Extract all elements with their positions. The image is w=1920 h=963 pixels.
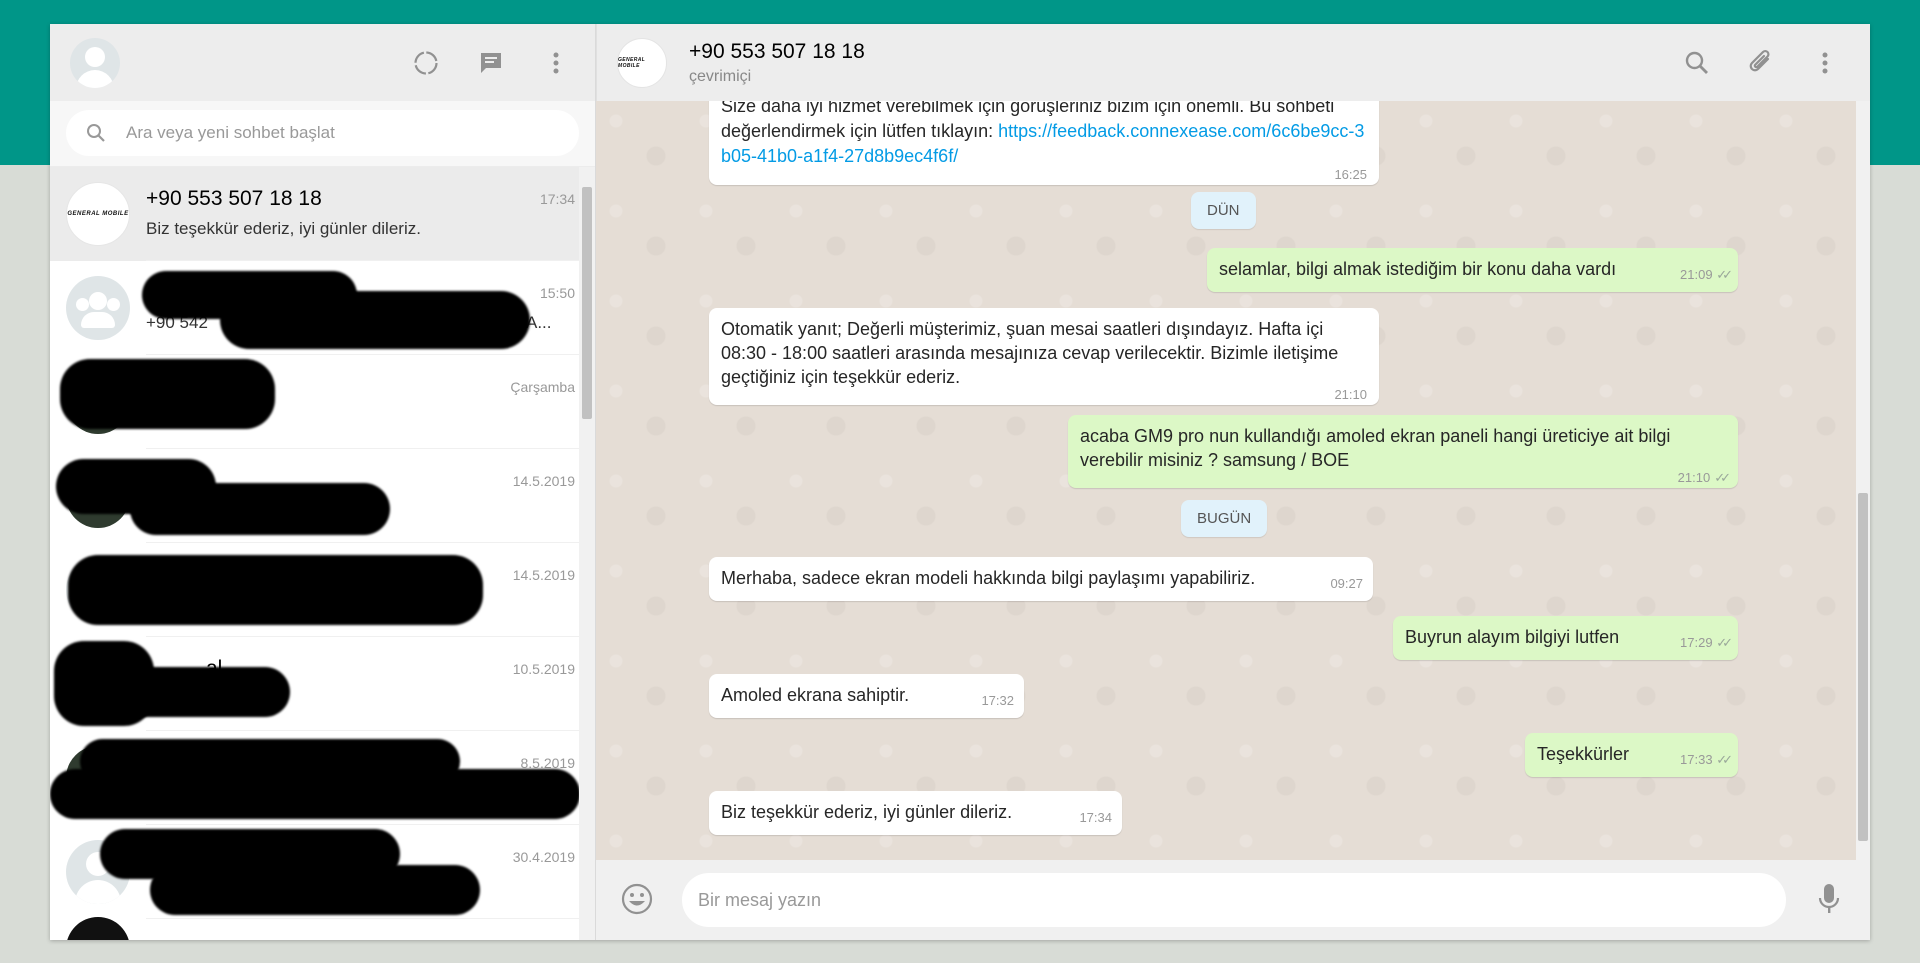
incoming-message: Amoled ekrana sahiptir. 17:32 [709, 674, 1024, 718]
chat-list: GENERAL MOBILE +90 553 507 18 18 17:34 B… [50, 167, 595, 940]
chat-item[interactable]: 30.4.2019 [50, 825, 595, 919]
redaction [150, 865, 480, 915]
conversation-header[interactable]: GENERAL MOBILE +90 553 507 18 18 çevrimi… [596, 24, 1870, 101]
search-icon [87, 124, 105, 142]
avatar [66, 276, 130, 340]
chat-time: 14.5.2019 [512, 473, 575, 489]
sidebar-header [50, 24, 595, 101]
outgoing-message: selamlar, bilgi almak istediğim bir konu… [1207, 248, 1738, 292]
chat-item[interactable] [50, 917, 595, 940]
status-icon[interactable] [409, 46, 443, 80]
contact-avatar[interactable]: GENERAL MOBILE [617, 37, 667, 88]
chat-item[interactable]: 14.5.2019 [50, 449, 595, 543]
redaction [130, 483, 390, 535]
chat-name: +90 553 507 18 18 [146, 187, 322, 210]
avatar: GENERAL MOBILE [66, 182, 130, 246]
chat-time: 30.4.2019 [512, 849, 575, 865]
outgoing-message: Buyrun alayım bilgiyi lutfen 17:29 ✓✓ [1393, 616, 1738, 660]
chat-item[interactable]: GENERAL MOBILE +90 553 507 18 18 17:34 B… [50, 167, 595, 261]
search-box[interactable] [66, 110, 579, 156]
message-time: 16:25 [1334, 167, 1367, 182]
chat-time: Çarşamba [510, 379, 575, 395]
read-receipt-icon: ✓✓ [1716, 635, 1733, 650]
sidebar: GENERAL MOBILE +90 553 507 18 18 17:34 B… [50, 24, 596, 940]
message-time: 21:10 [1677, 470, 1711, 485]
incoming-message: Biz teşekkür ederiz, iyi günler dileriz.… [709, 791, 1122, 835]
search-input[interactable] [126, 123, 506, 143]
sidebar-actions [409, 46, 573, 80]
search-icon[interactable] [1680, 46, 1714, 80]
conversation-scrollbar[interactable] [1856, 101, 1870, 860]
incoming-message: Otomatik yanıt; Değerli müşterimiz, şuan… [709, 308, 1379, 405]
conversation-actions [1680, 46, 1842, 80]
chat-time: 17:34 [539, 191, 575, 207]
new-chat-icon[interactable] [474, 46, 508, 80]
whatsapp-window: GENERAL MOBILE +90 553 507 18 18 17:34 B… [50, 24, 1870, 940]
redaction [68, 555, 483, 625]
message-time: 17:34 [1079, 810, 1112, 825]
contact-name: +90 553 507 18 18 [689, 39, 865, 63]
incoming-message: Size daha iyi hizmet verebilmek için gör… [709, 101, 1379, 185]
message-input[interactable] [698, 889, 1786, 911]
message-time: 17:32 [981, 693, 1014, 708]
message-input-wrap[interactable] [682, 873, 1786, 927]
menu-icon[interactable] [1808, 46, 1842, 80]
chat-item[interactable]: 15:50 +90 542 A... [50, 261, 595, 355]
menu-icon[interactable] [539, 46, 573, 80]
my-avatar[interactable] [70, 37, 120, 88]
redaction [220, 291, 530, 349]
redaction [50, 769, 580, 819]
message-time: 17:33 [1680, 752, 1713, 767]
contact-status: çevrimiçi [689, 67, 752, 85]
date-divider: DÜN [1191, 192, 1256, 229]
redaction [120, 667, 290, 717]
read-receipt-icon: ✓✓ [1716, 752, 1733, 767]
conversation-panel: GENERAL MOBILE +90 553 507 18 18 çevrimi… [596, 24, 1870, 940]
date-divider: BUGÜN [1181, 500, 1268, 537]
outgoing-message: acaba GM9 pro nun kullandığı amoled ekra… [1068, 415, 1738, 488]
message-list: Size daha iyi hizmet verebilmek için gör… [596, 101, 1870, 860]
message-time: 21:10 [1334, 387, 1367, 402]
redaction [60, 359, 275, 429]
message-composer [596, 860, 1870, 940]
chat-time: 14.5.2019 [512, 567, 575, 583]
chat-preview: Biz teşekkür ederiz, iyi günler dileriz. [146, 219, 421, 238]
outgoing-message: Teşekkürler 17:33 ✓✓ [1525, 733, 1738, 777]
microphone-icon[interactable] [1812, 882, 1846, 916]
avatar [66, 917, 130, 940]
chat-item[interactable]: Çarşamba [50, 355, 595, 449]
chat-time: 15:50 [539, 285, 575, 301]
sidebar-scrollbar[interactable] [579, 167, 595, 940]
incoming-message: Merhaba, sadece ekran modeli hakkında bi… [709, 557, 1373, 601]
chat-item[interactable]: 14.5.2019 [50, 543, 595, 637]
message-time: 21:09 [1680, 267, 1713, 282]
read-receipt-icon: ✓✓ [1716, 267, 1733, 282]
chat-item[interactable]: al 10.5.2019 [50, 637, 595, 731]
message-time: 17:29 [1680, 635, 1713, 650]
chat-time: 10.5.2019 [512, 661, 575, 677]
message-time: 09:27 [1330, 576, 1363, 591]
emoji-icon[interactable] [620, 882, 654, 916]
read-receipt-icon: ✓✓ [1714, 470, 1731, 485]
attach-icon[interactable] [1744, 46, 1778, 80]
chat-item[interactable]: 8.5.2019 [50, 731, 595, 825]
search-bar [50, 101, 595, 167]
